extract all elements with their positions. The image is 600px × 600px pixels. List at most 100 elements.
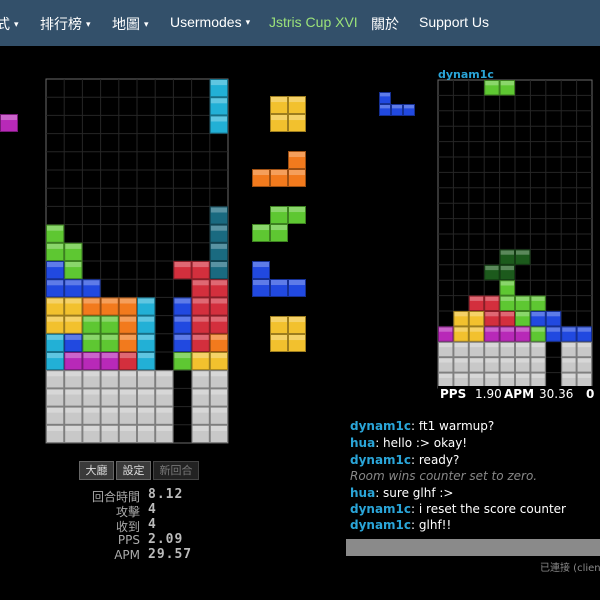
- opp-block-O: [453, 311, 469, 327]
- board-block-I: [209, 79, 229, 98]
- chat-text: : i reset the score counter: [411, 502, 566, 516]
- board-block-S: [82, 333, 101, 352]
- opp-block-ghostS: [499, 264, 516, 281]
- chat-username: hua: [350, 486, 376, 500]
- board-block-L: [209, 333, 229, 352]
- board-block-garbage: [191, 388, 210, 407]
- board-block-ghost: [209, 261, 229, 280]
- opponent-name[interactable]: dynam1c: [438, 68, 494, 81]
- board-block-Z: [173, 261, 192, 280]
- board-block-garbage: [64, 388, 83, 407]
- board-block-ghost: [209, 206, 229, 225]
- chat-message: dynam1c: glhf!!: [350, 518, 451, 532]
- new-game-button[interactable]: 新回合: [153, 461, 199, 480]
- chat-text: : hello :> okay!: [375, 436, 468, 450]
- queue-block: [288, 279, 306, 297]
- board-block-garbage: [137, 424, 156, 443]
- board-block-garbage: [209, 406, 229, 425]
- board-block-garbage: [209, 388, 229, 407]
- stat-pps-value: 2.09: [148, 532, 184, 547]
- queue-piece-L: [252, 151, 306, 187]
- board-block-O: [46, 315, 65, 334]
- board-block-I: [46, 352, 65, 371]
- opp-block-J: [545, 311, 562, 327]
- connection-status: 已連接 (client c: [540, 563, 600, 574]
- board-block-Z: [209, 279, 229, 298]
- chat-text: : glhf!!: [411, 518, 452, 532]
- opp-block-garbage: [453, 357, 469, 373]
- queue-block: [252, 169, 270, 187]
- queue-block: [270, 316, 288, 334]
- board-block-T: [100, 352, 119, 371]
- board-block-J: [173, 333, 192, 352]
- board-block-I: [46, 333, 65, 352]
- stat-time-value: 8.12: [148, 487, 184, 502]
- queue-block: [288, 334, 306, 352]
- opp-apm-label: APM: [504, 387, 535, 401]
- board-block-J: [173, 315, 192, 334]
- opp-block-O: [453, 326, 469, 342]
- opp-queue-block: [391, 104, 403, 116]
- queue-piece-J: [252, 261, 306, 297]
- opp-block-T: [484, 326, 500, 342]
- board-block-garbage: [191, 370, 210, 389]
- next-queue: [252, 96, 306, 352]
- opp-block-T: [515, 326, 531, 342]
- board-block-Z: [191, 279, 210, 298]
- board-block-L: [118, 297, 138, 316]
- chat-input[interactable]: [346, 539, 600, 556]
- opp-block-S: [484, 80, 500, 96]
- opp-block-S: [530, 295, 546, 312]
- board-block-O: [64, 297, 83, 316]
- board-block-S: [46, 242, 65, 262]
- opp-block-Z: [484, 295, 500, 312]
- hold-block: [0, 114, 18, 132]
- board-block-O: [64, 315, 83, 334]
- opp-queue-block: [379, 104, 391, 116]
- lobby-button[interactable]: 大廳: [79, 461, 114, 480]
- opp-block-garbage: [561, 341, 577, 358]
- board-block-J: [173, 297, 192, 316]
- board-block-garbage: [46, 424, 65, 443]
- board-block-Z: [209, 315, 229, 334]
- chat-log[interactable]: dynam1c: ft1 warmup? hua: hello :> okay!…: [346, 421, 600, 538]
- board-block-I: [137, 315, 156, 334]
- opp-block-garbage: [438, 357, 454, 373]
- opp-block-garbage: [576, 341, 592, 358]
- opp-block-ghostS: [515, 249, 531, 265]
- opp-block-S: [530, 326, 546, 342]
- board-block-garbage: [64, 406, 83, 425]
- board-block-S: [100, 333, 119, 352]
- chat-message: hua: hello :> okay!: [350, 436, 467, 450]
- board-block-garbage: [82, 388, 101, 407]
- opp-extra-value: 0: [586, 387, 595, 401]
- stat-attack-value: 4: [148, 502, 157, 517]
- board-block-I: [209, 97, 229, 116]
- opp-block-garbage: [530, 357, 546, 373]
- board-block-garbage: [64, 370, 83, 389]
- hold-piece: [0, 114, 18, 132]
- board-block-garbage: [100, 388, 119, 407]
- opp-block-garbage: [438, 341, 454, 358]
- board-block-Z: [209, 297, 229, 316]
- opp-block-garbage: [576, 357, 592, 373]
- opp-block-T: [499, 326, 516, 342]
- settings-button[interactable]: 設定: [116, 461, 151, 480]
- opp-block-S: [515, 311, 531, 327]
- stat-apm-value: 29.57: [148, 547, 193, 562]
- board-block-garbage: [155, 370, 174, 389]
- board-block-L: [118, 315, 138, 334]
- board-block-I: [137, 352, 156, 371]
- opp-block-garbage: [515, 341, 531, 358]
- opp-block-S: [499, 295, 516, 312]
- board-block-L: [82, 297, 101, 316]
- queue-block: [270, 224, 288, 242]
- opp-block-S: [499, 280, 516, 296]
- queue-block: [270, 206, 288, 224]
- board-block-O: [191, 352, 210, 371]
- opp-block-garbage: [515, 357, 531, 373]
- board-block-J: [64, 279, 83, 298]
- chat-username: dynam1c: [350, 518, 412, 532]
- opp-block-S: [515, 295, 531, 312]
- board-block-garbage: [209, 370, 229, 389]
